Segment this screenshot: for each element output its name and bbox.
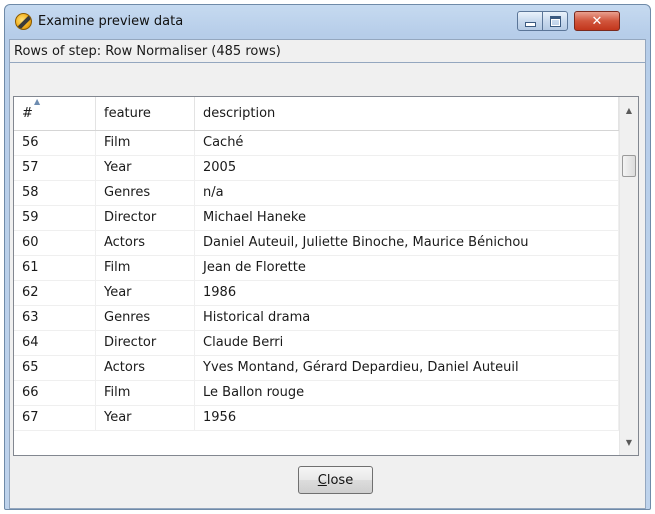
table-row[interactable]: 67 Year 1956 [14,406,619,431]
maximize-button[interactable] [542,11,568,31]
table-row[interactable]: 62 Year 1986 [14,281,619,306]
rows-label: Rows of step: Row Normaliser (485 rows) [14,44,281,59]
feature-cell: Genres [96,306,195,330]
row-index-cell: 63 [14,306,96,330]
table-row[interactable]: 65 Actors Yves Montand, Gérard Depardieu, … [14,356,619,381]
scrollbar-thumb[interactable] [622,155,636,177]
minimize-button[interactable] [517,11,543,31]
column-header-label: description [203,106,276,121]
description-cell: 2005 [195,156,619,180]
close-button[interactable]: Close [298,466,373,494]
vertical-scrollbar[interactable]: ▲ ▼ [619,97,638,455]
table-row[interactable]: 59 Director Michael Haneke [14,206,619,231]
row-index-cell: 64 [14,331,96,355]
maximize-icon [549,15,561,27]
column-header-feature[interactable]: feature [96,97,195,130]
client-area-top: Rows of step: Row Normaliser (485 rows) [9,39,646,63]
description-cell: Jean de Florette [195,256,619,280]
table-row[interactable]: 57 Year 2005 [14,156,619,181]
window-close-button[interactable]: ✕ [574,11,620,31]
feature-cell: Film [96,131,195,155]
app-icon [15,13,32,30]
row-index-cell: 65 [14,356,96,380]
feature-cell: Film [96,256,195,280]
row-index-cell: 57 [14,156,96,180]
table-row[interactable]: 61 Film Jean de Florette [14,256,619,281]
window-title: Examine preview data [38,14,184,29]
description-cell: n/a [195,181,619,205]
minimize-icon [524,21,536,27]
scroll-up-icon[interactable]: ▲ [620,101,638,119]
description-cell: Yves Montand, Gérard Depardieu, Daniel A… [195,356,619,380]
feature-cell: Actors [96,356,195,380]
column-header-description[interactable]: description [195,97,619,130]
column-header-label: # [22,106,33,121]
feature-cell: Actors [96,231,195,255]
row-index-cell: 62 [14,281,96,305]
row-index-cell: 58 [14,181,96,205]
table-row[interactable]: 56 Film Caché [14,131,619,156]
close-icon: ✕ [591,13,603,29]
description-cell: Le Ballon rouge [195,381,619,405]
feature-cell: Year [96,406,195,430]
feature-cell: Year [96,281,195,305]
row-index-cell: 59 [14,206,96,230]
preview-data-grid[interactable]: # ▲ feature description 56 Film Caché 57 Yea… [13,96,639,456]
table-row[interactable]: 63 Genres Historical drama [14,306,619,331]
sort-ascending-icon: ▲ [34,97,41,106]
row-index-cell: 60 [14,231,96,255]
table-row[interactable]: 64 Director Claude Berri [14,331,619,356]
description-cell: 1986 [195,281,619,305]
description-cell: Michael Haneke [195,206,619,230]
description-cell: Daniel Auteuil, Juliette Binoche, Mauric… [195,231,619,255]
column-header-label: feature [104,106,151,121]
description-cell: Claude Berri [195,331,619,355]
feature-cell: Director [96,206,195,230]
column-header-index[interactable]: # ▲ [14,97,96,130]
feature-cell: Film [96,381,195,405]
row-index-cell: 66 [14,381,96,405]
feature-cell: Director [96,331,195,355]
grid-header: # ▲ feature description [14,97,619,131]
table-row[interactable]: 58 Genres n/a [14,181,619,206]
description-cell: Historical drama [195,306,619,330]
title-bar[interactable]: Examine preview data ✕ [5,5,650,39]
close-button-label: lose [326,472,354,488]
row-index-cell: 56 [14,131,96,155]
table-row[interactable]: 66 Film Le Ballon rouge [14,381,619,406]
description-cell: Caché [195,131,619,155]
row-index-cell: 67 [14,406,96,430]
feature-cell: Genres [96,181,195,205]
row-index-cell: 61 [14,256,96,280]
feature-cell: Year [96,156,195,180]
scroll-down-icon[interactable]: ▼ [620,433,638,451]
close-button-mnemonic: C [317,472,327,488]
table-row[interactable]: 60 Actors Daniel Auteuil, Juliette Binoche… [14,231,619,256]
description-cell: 1956 [195,406,619,430]
